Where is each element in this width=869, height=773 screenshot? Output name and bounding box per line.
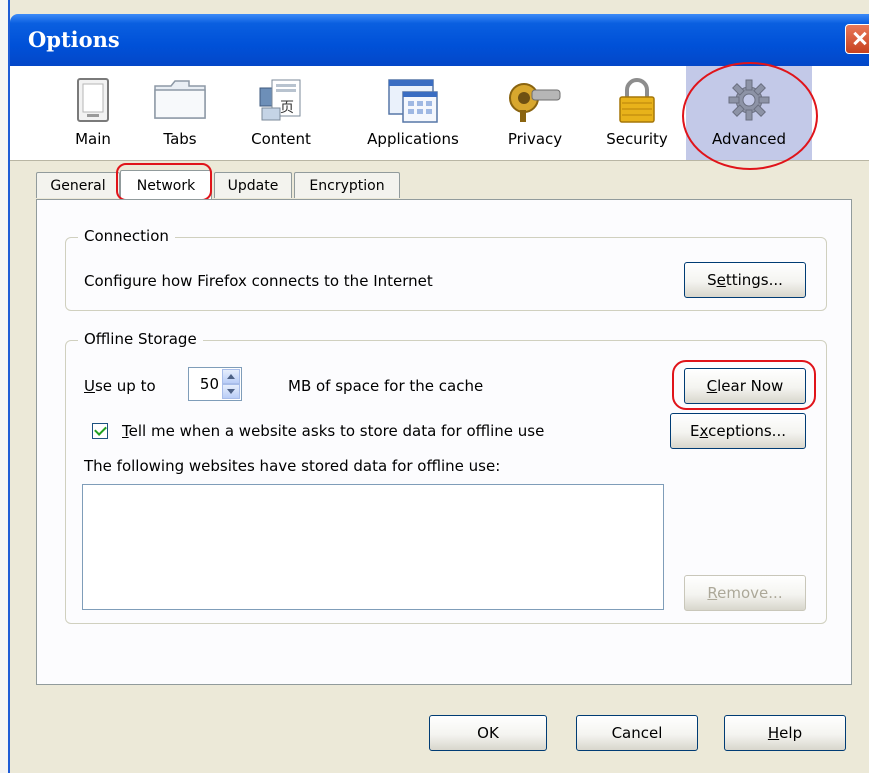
network-panel: Connection Configure how Firefox connect…	[36, 199, 852, 685]
pane-tabs[interactable]: Tabs	[144, 66, 216, 160]
pane-main[interactable]: Main	[60, 66, 126, 160]
cache-suffix-label: MB of space for the cache	[288, 377, 484, 395]
pane-security[interactable]: Security	[592, 66, 682, 160]
content-page-icon: 页	[259, 79, 301, 121]
offline-websites-list[interactable]	[82, 484, 664, 610]
connection-group: Connection Configure how Firefox connect…	[65, 227, 827, 311]
tabs-folder-icon	[154, 80, 206, 119]
svg-text:页: 页	[280, 100, 294, 116]
cancel-button[interactable]: Cancel	[576, 715, 698, 751]
clear-now-button[interactable]: Clear Now	[684, 368, 806, 404]
remove-button[interactable]: Remove...	[684, 575, 806, 611]
connection-description: Configure how Firefox connects to the In…	[84, 272, 433, 290]
lock-icon	[619, 78, 655, 123]
tell-me-checkbox[interactable]	[92, 423, 108, 439]
connection-legend: Connection	[78, 227, 175, 245]
tell-me-label: Tell me when a website asks to store dat…	[122, 422, 545, 440]
help-button[interactable]: Help	[724, 715, 846, 751]
stored-data-label: The following websites have stored data …	[84, 457, 501, 475]
pane-content[interactable]: 页 Content	[236, 66, 326, 160]
pane-label: Tabs	[163, 130, 197, 148]
window-left-edge	[0, 0, 10, 773]
pane-toolbar: Main Tabs 页 Content Applications Privacy…	[10, 66, 869, 161]
tab-network[interactable]: Network	[120, 170, 212, 200]
pane-label: Advanced	[711, 130, 787, 148]
use-up-to-label: Use up to	[84, 377, 156, 395]
pane-applications[interactable]: Applications	[348, 66, 478, 160]
privacy-mask-icon	[509, 83, 561, 122]
main-window-icon	[77, 78, 109, 122]
pane-label: Main	[75, 130, 111, 148]
title-bar[interactable]: Options	[10, 14, 869, 66]
tab-update[interactable]: Update	[214, 172, 292, 198]
stepper-down-icon[interactable]	[222, 384, 240, 399]
pane-label: Applications	[367, 130, 459, 148]
applications-window-icon	[388, 79, 438, 123]
pane-privacy[interactable]: Privacy	[493, 66, 577, 160]
pane-label: Content	[251, 130, 311, 148]
tab-general[interactable]: General	[36, 172, 120, 198]
pane-advanced[interactable]: Advanced	[686, 66, 812, 160]
ok-button[interactable]: OK	[429, 715, 547, 751]
gear-icon	[728, 79, 770, 121]
close-icon[interactable]	[845, 24, 869, 54]
offline-storage-group: Offline Storage Use up to 50 MB of space…	[65, 330, 827, 624]
pane-label: Security	[606, 130, 668, 148]
cache-size-value: 50	[199, 375, 219, 393]
pane-label: Privacy	[507, 130, 563, 148]
offline-storage-legend: Offline Storage	[78, 330, 203, 348]
tab-encryption[interactable]: Encryption	[294, 172, 400, 198]
stepper-buttons	[222, 369, 240, 399]
exceptions-button[interactable]: Exceptions...	[670, 413, 806, 449]
stepper-up-icon[interactable]	[222, 369, 240, 384]
cache-size-stepper[interactable]: 50	[188, 367, 242, 401]
window-title: Options	[28, 27, 120, 52]
settings-button[interactable]: Settings...	[684, 262, 806, 298]
